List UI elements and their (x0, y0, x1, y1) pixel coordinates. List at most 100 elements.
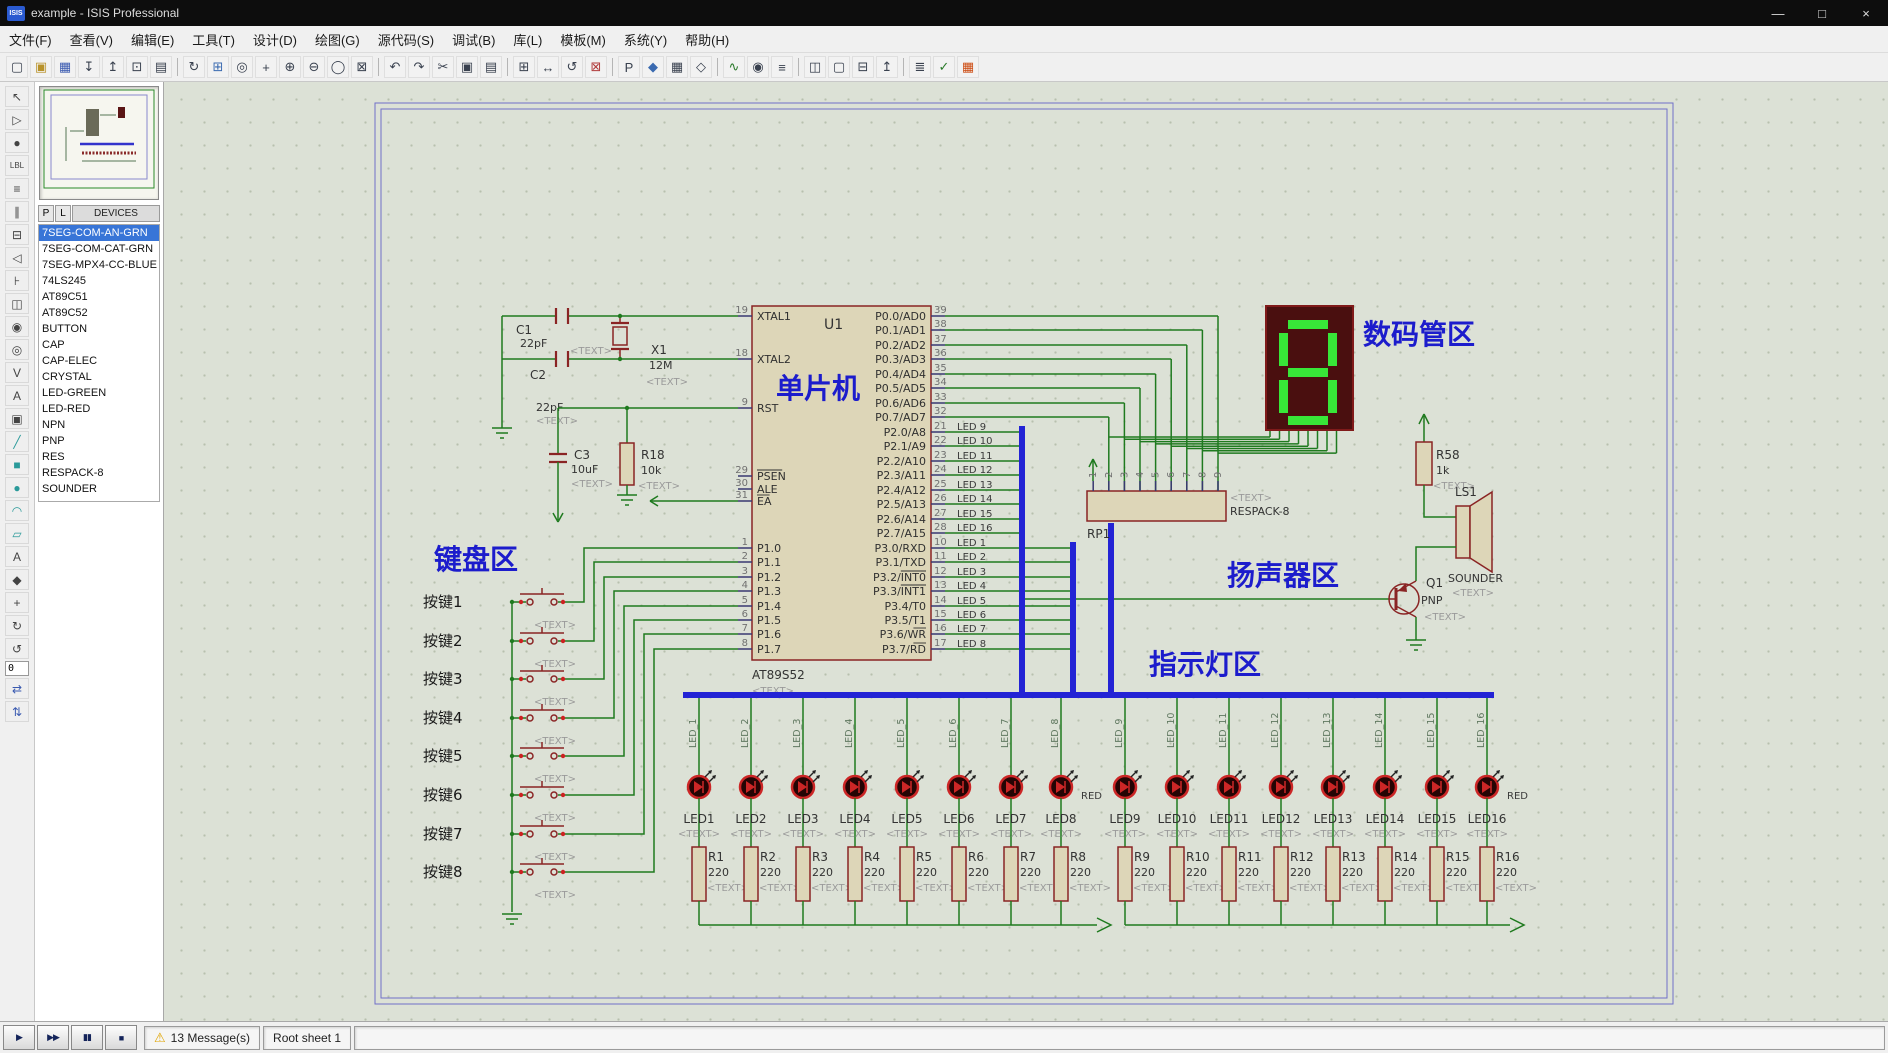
menu-item-3[interactable]: 工具(T) (183, 26, 244, 53)
device-item[interactable]: BUTTON (39, 321, 159, 337)
undo-icon[interactable]: ↶ (384, 56, 406, 78)
schematic-canvas[interactable]: C1 22pF <TEXT> C2 22pF <TEXT> X1 12M <TE… (164, 82, 1888, 1021)
wire-autorouter-icon[interactable]: ∿ (723, 56, 745, 78)
mark-output-area-icon[interactable]: ▤ (150, 56, 172, 78)
message-panel[interactable]: ⚠ 13 Message(s) (144, 1025, 261, 1050)
current-probe-mode-icon[interactable]: A (5, 385, 29, 406)
device-item[interactable]: SOUNDER (39, 481, 159, 497)
device-item[interactable]: 7SEG-COM-CAT-GRN (39, 241, 159, 257)
text-script-mode-icon[interactable]: ≡ (5, 178, 29, 199)
block-copy-icon[interactable]: ⊞ (513, 56, 535, 78)
minimize-button[interactable]: — (1756, 0, 1800, 26)
goto-sheet-icon[interactable]: ↥ (876, 56, 898, 78)
close-button[interactable]: × (1844, 0, 1888, 26)
design-explorer-icon[interactable]: ◫ (804, 56, 826, 78)
mirror-vertical-icon[interactable]: ⇅ (5, 701, 29, 722)
2d-line-mode-icon[interactable]: ╱ (5, 431, 29, 452)
2d-box-mode-icon[interactable]: ■ (5, 454, 29, 475)
library-button[interactable]: L (55, 205, 71, 222)
component-mode-icon[interactable]: ▷ (5, 109, 29, 130)
push-button-2[interactable]: 按键2 <TEXT> (423, 561, 738, 670)
new-sheet-icon[interactable]: ▢ (828, 56, 850, 78)
2d-circle-mode-icon[interactable]: ● (5, 477, 29, 498)
property-assignment-icon[interactable]: ≡ (771, 56, 793, 78)
save-design-icon[interactable]: ▦ (54, 56, 76, 78)
remove-sheet-icon[interactable]: ⊟ (852, 56, 874, 78)
device-item[interactable]: AT89C51 (39, 289, 159, 305)
rp1-respack[interactable]: RP1 <TEXT> RESPACK-8 (1086, 458, 1290, 541)
rotate-clockwise-icon[interactable]: ↻ (5, 615, 29, 636)
menu-item-10[interactable]: 系统(Y) (615, 26, 676, 53)
device-pins-mode-icon[interactable]: ⊦ (5, 270, 29, 291)
copy-icon[interactable]: ▣ (456, 56, 478, 78)
device-item[interactable]: 7SEG-MPX4-CC-BLUE (39, 257, 159, 273)
false-origin-icon[interactable]: ◎ (231, 56, 253, 78)
virtual-instruments-mode-icon[interactable]: ▣ (5, 408, 29, 429)
menu-item-9[interactable]: 模板(M) (551, 26, 615, 53)
menu-item-7[interactable]: 调试(B) (443, 26, 504, 53)
pick-devices-button[interactable]: P (38, 205, 54, 222)
overview-minimap[interactable] (39, 86, 159, 200)
zoom-all-icon[interactable]: ◯ (327, 56, 349, 78)
crystal-circuit[interactable]: C1 22pF <TEXT> C2 22pF <TEXT> X1 12M <TE… (492, 308, 738, 439)
zoom-out-icon[interactable]: ⊖ (303, 56, 325, 78)
block-rotate-icon[interactable]: ↺ (561, 56, 583, 78)
import-section-icon[interactable]: ↧ (78, 56, 100, 78)
2d-text-mode-icon[interactable]: A (5, 546, 29, 567)
maximize-button[interactable]: □ (1800, 0, 1844, 26)
device-item[interactable]: 7SEG-COM-AN-GRN (39, 225, 159, 241)
device-item[interactable]: RES (39, 449, 159, 465)
redo-icon[interactable]: ↷ (408, 56, 430, 78)
2d-arc-mode-icon[interactable]: ◠ (5, 500, 29, 521)
menu-item-6[interactable]: 源代码(S) (369, 26, 443, 53)
play-button[interactable]: ▶ (3, 1025, 35, 1050)
graph-mode-icon[interactable]: ◫ (5, 293, 29, 314)
netlist-to-ares-icon[interactable]: ▦ (957, 56, 979, 78)
menu-item-4[interactable]: 设计(D) (244, 26, 306, 53)
menu-item-2[interactable]: 编辑(E) (122, 26, 183, 53)
device-item[interactable]: CAP (39, 337, 159, 353)
device-item[interactable]: LED-GREEN (39, 385, 159, 401)
device-item[interactable]: 74LS245 (39, 273, 159, 289)
make-device-icon[interactable]: ◆ (642, 56, 664, 78)
device-item[interactable]: CAP-ELEC (39, 353, 159, 369)
bill-of-materials-icon[interactable]: ≣ (909, 56, 931, 78)
stop-button[interactable]: ■ (105, 1025, 137, 1050)
decompose-icon[interactable]: ◇ (690, 56, 712, 78)
2d-path-mode-icon[interactable]: ▱ (5, 523, 29, 544)
rotation-angle-input[interactable] (5, 661, 29, 676)
menu-item-11[interactable]: 帮助(H) (676, 26, 738, 53)
2d-symbol-mode-icon[interactable]: ◆ (5, 569, 29, 590)
device-item[interactable]: RESPACK-8 (39, 465, 159, 481)
toggle-grid-icon[interactable]: ⊞ (207, 56, 229, 78)
tape-recorder-mode-icon[interactable]: ◉ (5, 316, 29, 337)
wire-label-mode-icon[interactable]: LBL (5, 155, 29, 176)
selection-pointer-icon[interactable]: ↖ (5, 86, 29, 107)
mirror-horizontal-icon[interactable]: ⇄ (5, 678, 29, 699)
block-move-icon[interactable]: ↔ (537, 56, 559, 78)
markers-mode-icon[interactable]: + (5, 592, 29, 613)
print-design-icon[interactable]: ⊡ (126, 56, 148, 78)
pick-device-icon[interactable]: P (618, 56, 640, 78)
export-section-icon[interactable]: ↥ (102, 56, 124, 78)
center-at-cursor-icon[interactable]: + (255, 56, 277, 78)
zoom-in-icon[interactable]: ⊕ (279, 56, 301, 78)
zoom-area-icon[interactable]: ⊠ (351, 56, 373, 78)
menu-item-1[interactable]: 查看(V) (61, 26, 122, 53)
buses-mode-icon[interactable]: ∥ (5, 201, 29, 222)
paste-icon[interactable]: ▤ (480, 56, 502, 78)
block-delete-icon[interactable]: ⊠ (585, 56, 607, 78)
redraw-display-icon[interactable]: ↻ (183, 56, 205, 78)
seven-segment-display[interactable] (1265, 305, 1354, 431)
packaging-tool-icon[interactable]: ▦ (666, 56, 688, 78)
rotate-anticlockwise-icon[interactable]: ↺ (5, 638, 29, 659)
generator-mode-icon[interactable]: ◎ (5, 339, 29, 360)
voltage-probe-mode-icon[interactable]: V (5, 362, 29, 383)
menu-item-8[interactable]: 库(L) (504, 26, 551, 53)
device-item[interactable]: PNP (39, 433, 159, 449)
electrical-rule-check-icon[interactable]: ✓ (933, 56, 955, 78)
device-item[interactable]: AT89C52 (39, 305, 159, 321)
menu-item-0[interactable]: 文件(F) (0, 26, 61, 53)
pause-button[interactable]: ▮▮ (71, 1025, 103, 1050)
push-button-8[interactable]: 按键8 <TEXT> (423, 648, 738, 901)
